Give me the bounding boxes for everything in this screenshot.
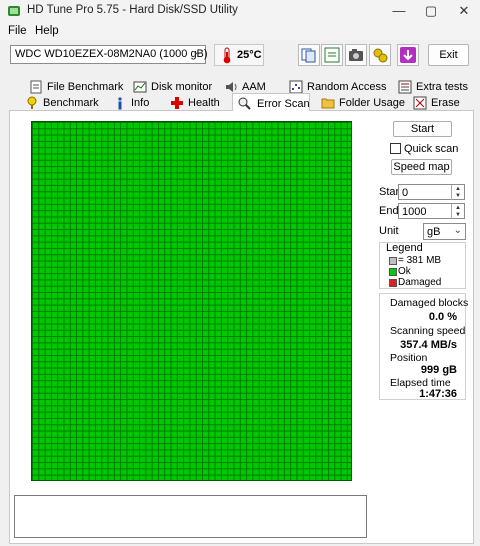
legend-ok: Ok [389, 266, 469, 277]
end-field-label: End [379, 205, 399, 217]
log-area[interactable] [14, 495, 367, 538]
unit-select[interactable]: gB ⌄ [423, 223, 466, 240]
menu-help[interactable]: Help [35, 25, 59, 37]
scanning-speed-value: 357.4 MB/s [400, 339, 457, 351]
legend-ok-swatch [389, 268, 397, 276]
position-value: 999 gB [420, 364, 457, 376]
elapsed-time-value: 1:47:36 [419, 388, 457, 400]
tab-label: Disk monitor [151, 81, 213, 93]
thermometer-icon [223, 47, 231, 64]
tab-file-benchmark[interactable]: File Benchmark [29, 79, 129, 95]
quick-scan-checkbox[interactable] [390, 143, 401, 154]
tab-info[interactable]: Info [113, 95, 168, 111]
chevron-down-icon: ⌄ [193, 47, 202, 58]
legend-ok-label: Ok [398, 266, 411, 277]
options-button[interactable] [369, 44, 391, 66]
chevron-down-icon: ⌄ [453, 225, 462, 236]
block-map-grid [31, 121, 352, 481]
tab-folder-usage[interactable]: Folder Usage [321, 95, 405, 111]
drive-select[interactable]: WDC WD10EZEX-08M2NA0 (1000 gB) ⌄ [10, 45, 208, 64]
position-label: Position [390, 352, 428, 364]
speaker-icon [226, 82, 237, 92]
end-value: 1000 [402, 206, 427, 218]
minimize-button[interactable]: — [383, 0, 415, 22]
start-value: 0 [402, 187, 409, 199]
legend-damaged-swatch [389, 279, 397, 287]
unit-label: Unit [379, 225, 399, 237]
maximize-button[interactable]: ▢ [415, 0, 447, 22]
copy-text-button[interactable] [321, 44, 343, 66]
temperature-display: 25°C [214, 44, 264, 66]
screenshot-button[interactable] [345, 44, 367, 66]
tab-health[interactable]: Health [170, 95, 225, 111]
file-benchmark-icon [30, 80, 42, 94]
drive-select-value: WDC WD10EZEX-08M2NA0 (1000 gB) [15, 48, 208, 60]
tab-benchmark[interactable]: Benchmark [25, 95, 113, 111]
screenshot-icon [349, 49, 363, 61]
title-bar: HD Tune Pro 5.75 - Hard Disk/SSD Utility… [0, 0, 480, 22]
copy-info-button[interactable] [298, 44, 320, 66]
end-spinner[interactable]: 1000 ▲ ▼ [398, 203, 465, 219]
extra-tests-icon [398, 80, 412, 94]
damaged-blocks-value: 0.0 % [428, 311, 457, 323]
copy-text-icon [324, 47, 340, 63]
legend-block-size: = 381 MB [389, 255, 469, 266]
scanning-speed-label: Scanning speed [390, 325, 466, 337]
spin-down-icon[interactable]: ▼ [451, 211, 464, 219]
temperature-value: 25°C [237, 49, 262, 61]
quick-scan-label: Quick scan [404, 143, 459, 155]
options-icon [373, 48, 388, 63]
tab-label: Extra tests [416, 81, 468, 93]
menu-bar: File Help [0, 22, 480, 40]
tab-label: Benchmark [43, 97, 99, 109]
random-access-icon [289, 80, 303, 94]
tab-disk-monitor[interactable]: Disk monitor [133, 79, 223, 95]
start-button[interactable]: Start [393, 121, 452, 137]
tab-label: Folder Usage [339, 97, 406, 109]
disk-monitor-icon [133, 81, 147, 93]
tab-label: Info [131, 97, 150, 109]
tab-error-scan[interactable]: Error Scan [232, 93, 310, 111]
copy-info-icon [301, 48, 316, 63]
tab-label: Health [188, 97, 220, 109]
health-cross-icon [171, 97, 183, 109]
info-icon [118, 97, 122, 110]
speed-map-button[interactable]: Speed map [391, 159, 452, 175]
exit-button[interactable]: Exit [428, 44, 469, 66]
save-icon [400, 47, 416, 63]
window-title: HD Tune Pro 5.75 - Hard Disk/SSD Utility [27, 4, 238, 16]
save-button[interactable] [397, 44, 419, 66]
legend-block-swatch [389, 257, 397, 265]
magnifier-icon [238, 97, 251, 110]
legend-damaged-label: Damaged [398, 277, 442, 288]
tab-label: Error Scan [257, 98, 310, 110]
tab-label: File Benchmark [47, 81, 124, 93]
tab-erase[interactable]: Erase [413, 95, 468, 111]
legend-block-label: = 381 MB [398, 255, 442, 266]
tab-label: Random Access [307, 81, 387, 93]
close-button[interactable]: ✕ [448, 0, 480, 22]
spin-down-icon[interactable]: ▼ [451, 192, 464, 200]
menu-file[interactable]: File [8, 25, 27, 37]
legend-damaged: Damaged [389, 277, 469, 288]
start-spinner[interactable]: 0 ▲ ▼ [398, 184, 465, 200]
erase-icon [413, 96, 427, 110]
hd-tune-icon [8, 6, 20, 16]
folder-icon [321, 98, 335, 109]
tab-label: Erase [431, 97, 460, 109]
benchmark-icon [27, 96, 37, 109]
damaged-blocks-label: Damaged blocks [390, 297, 469, 309]
legend-title: Legend [386, 242, 423, 254]
unit-value: gB [427, 226, 441, 238]
tab-extra-tests[interactable]: Extra tests [398, 79, 470, 95]
